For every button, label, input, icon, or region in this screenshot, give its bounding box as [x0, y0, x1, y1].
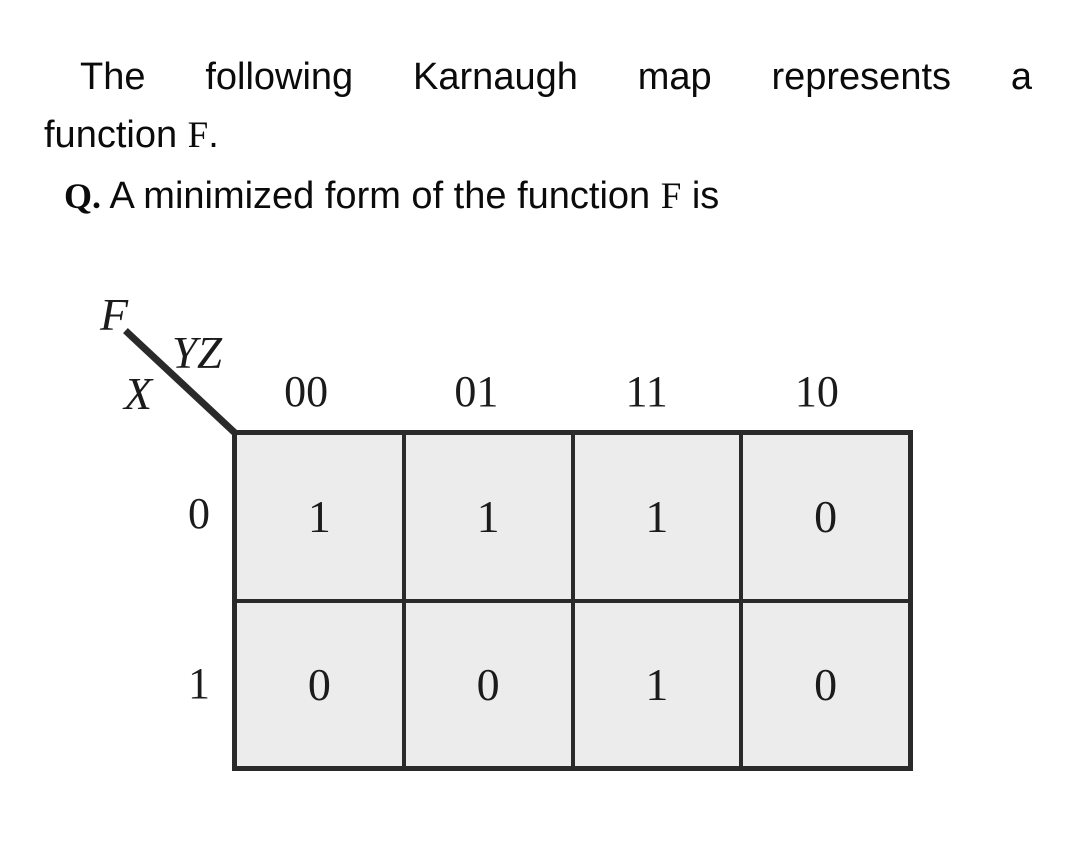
kmap-cell-x0-yz10: 0 [739, 435, 908, 599]
kmap-function-label: F [100, 289, 129, 340]
kmap-column-header-00: 00 [284, 367, 329, 416]
kmap-column-header-row: 00 01 11 10 [232, 364, 913, 424]
kmap-row-x0: 1 1 1 0 [237, 435, 908, 599]
kmap-column-variable-label: YZ [172, 328, 223, 378]
kmap-cell-x1-yz00: 0 [237, 602, 402, 766]
kmap-row-header-1: 1 [188, 659, 210, 708]
kmap-cell-x1-yz10: 0 [739, 602, 908, 766]
kmap-cell-x0-yz01: 1 [401, 435, 571, 599]
kmap-column-header-10: 10 [794, 367, 839, 416]
kmap-cell-x1-yz11: 1 [570, 602, 740, 766]
kmap-cell-x1-yz01: 0 [401, 602, 571, 766]
kmap-column-header-01: 01 [454, 367, 499, 416]
kmap-row-x1: 0 0 1 0 [237, 598, 908, 766]
kmap-grid: 1 1 1 0 0 0 1 0 [232, 430, 913, 771]
kmap-row-header-0: 0 [188, 489, 210, 538]
kmap-column-header-11: 11 [625, 367, 668, 416]
kmap-row-variable-label: X [124, 368, 153, 419]
kmap-cell-x0-yz11: 1 [570, 435, 740, 599]
kmap-cell-x0-yz00: 1 [237, 435, 402, 599]
karnaugh-map: F YZ X 00 01 11 10 0 1 1 1 1 0 0 0 1 0 [0, 0, 1080, 866]
